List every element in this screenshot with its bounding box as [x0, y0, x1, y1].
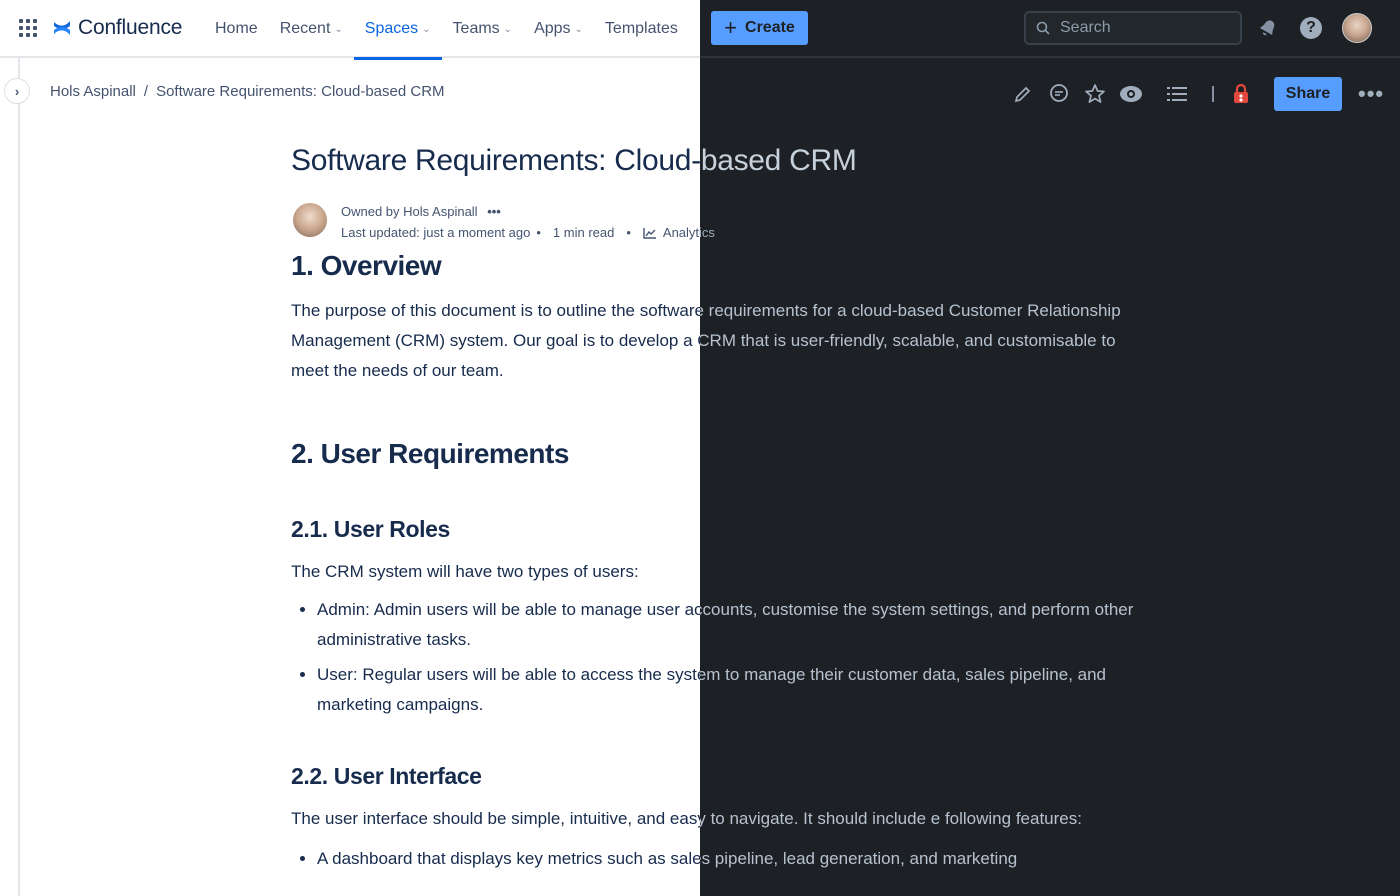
expand-sidebar-button[interactable]: ›	[4, 78, 30, 104]
owner-avatar[interactable]	[293, 203, 327, 237]
dot-separator: •	[626, 225, 631, 240]
more-actions-button[interactable]: •••	[1358, 81, 1384, 107]
chevron-down-icon: ⌄	[422, 23, 431, 35]
nav-recent[interactable]: Recent⌄	[269, 0, 354, 58]
watch-eye-icon[interactable]	[1118, 80, 1144, 108]
nav-teams[interactable]: Teams⌄	[442, 0, 524, 58]
share-label: Share	[1285, 85, 1331, 102]
restriction-lock-icon[interactable]	[1228, 80, 1254, 108]
nav-home[interactable]: Home	[204, 0, 269, 58]
confluence-logo-icon	[54, 21, 70, 35]
search-input[interactable]: Search	[1024, 11, 1242, 45]
nav-apps[interactable]: Apps⌄	[523, 0, 594, 58]
toolbar-divider	[1212, 86, 1214, 102]
nav-templates-label: Templates	[604, 20, 678, 37]
owner-text[interactable]: Owned by Hols Aspinall	[341, 204, 478, 219]
notification-bell-icon[interactable]	[1256, 16, 1280, 40]
create-label: Create	[745, 19, 795, 36]
search-placeholder: Search	[1060, 19, 1111, 36]
nav-spaces-label: Spaces	[364, 20, 419, 37]
chevron-down-icon: ⌄	[503, 23, 513, 35]
edit-pencil-icon[interactable]	[1010, 80, 1036, 108]
nav-templates[interactable]: Templates	[594, 0, 689, 58]
search-icon	[1036, 21, 1050, 35]
nav-home-label: Home	[215, 20, 258, 37]
nav-apps-label: Apps	[534, 20, 571, 37]
nav-recent-label: Recent	[279, 20, 331, 37]
profile-avatar[interactable]	[1342, 13, 1372, 43]
breadcrumb-space[interactable]: Hols Aspinall	[50, 83, 136, 100]
last-updated: Last updated: just a moment ago	[341, 225, 531, 240]
breadcrumb: Hols Aspinall / Software Requirements: C…	[50, 83, 445, 100]
comment-icon[interactable]	[1046, 80, 1072, 108]
nav-teams-label: Teams	[452, 20, 500, 37]
sidebar-edge	[18, 58, 20, 896]
breadcrumb-separator: /	[143, 83, 149, 100]
confluence-logo[interactable]: Confluence	[52, 16, 182, 40]
analytics-chart-icon	[643, 227, 656, 239]
create-button[interactable]: + Create	[711, 11, 808, 45]
apps-grid-icon[interactable]	[19, 19, 37, 37]
nav-spaces[interactable]: Spaces⌄	[353, 0, 442, 60]
breadcrumb-page[interactable]: Software Requirements: Cloud-based CRM	[156, 83, 444, 100]
dot-separator: •	[536, 225, 541, 240]
app-name: Confluence	[78, 16, 183, 39]
plus-icon: +	[724, 15, 738, 40]
page-actions-toolbar: Share •••	[1010, 77, 1384, 111]
main-nav: Home Recent⌄ Spaces⌄ Teams⌄ Apps⌄ Templa…	[204, 0, 689, 60]
help-icon[interactable]: ?	[1300, 17, 1322, 39]
share-button[interactable]: Share	[1274, 77, 1342, 111]
chevron-down-icon: ⌄	[334, 23, 343, 35]
table-of-contents-icon[interactable]	[1164, 80, 1190, 108]
star-icon[interactable]	[1082, 80, 1108, 108]
chevron-down-icon: ⌄	[574, 23, 583, 35]
read-time: 1 min read	[552, 225, 615, 240]
byline-more-icon[interactable]: •••	[487, 204, 501, 219]
